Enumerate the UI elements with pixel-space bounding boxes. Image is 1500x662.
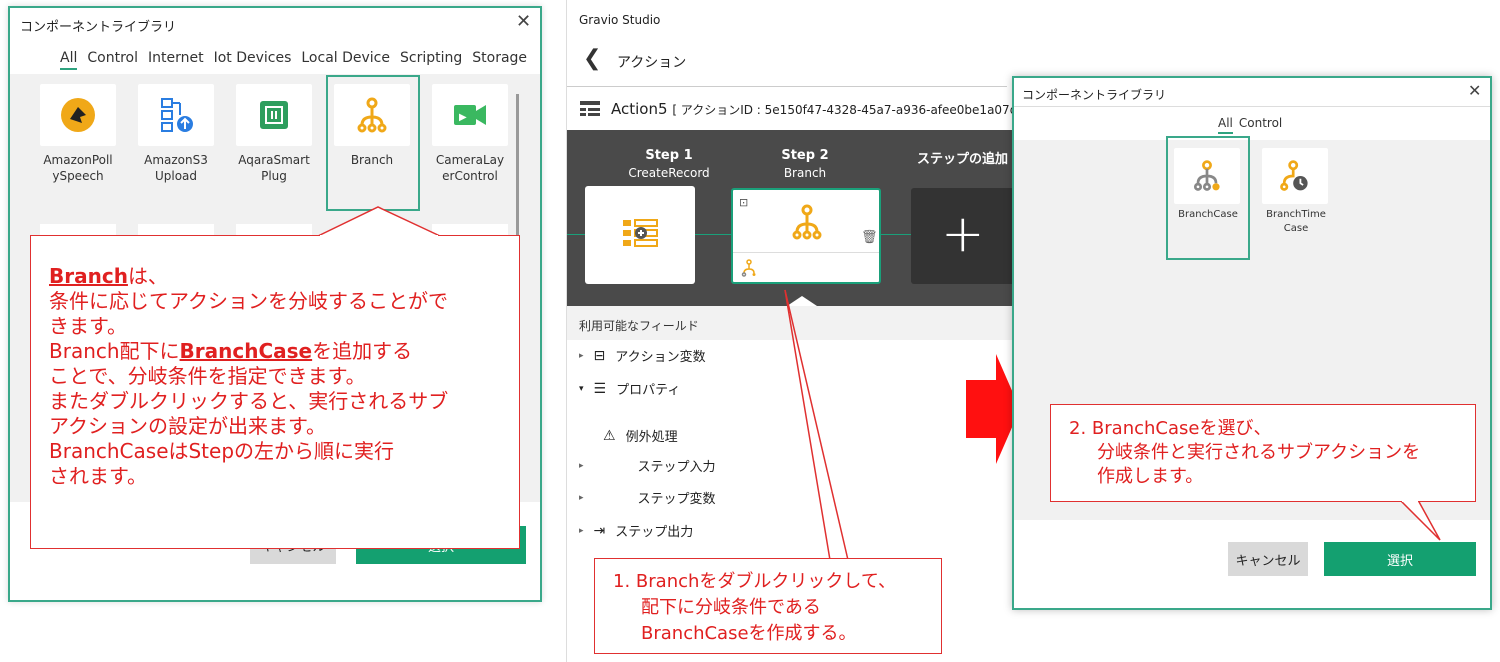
callout-line: 作成します。 (1097, 466, 1204, 487)
callout2-pointer (1399, 499, 1441, 541)
callout-pointer-join (1402, 499, 1418, 502)
callout-step2: 2. BranchCaseを選び、 分岐条件と実行されるサブアクションを 作成し… (1050, 404, 1476, 502)
callout-num: 2. (1069, 418, 1087, 439)
callout-text: BranchCaseを選び、 (1091, 418, 1272, 439)
callout-line: 分岐条件と実行されるサブアクションを (1097, 442, 1421, 463)
